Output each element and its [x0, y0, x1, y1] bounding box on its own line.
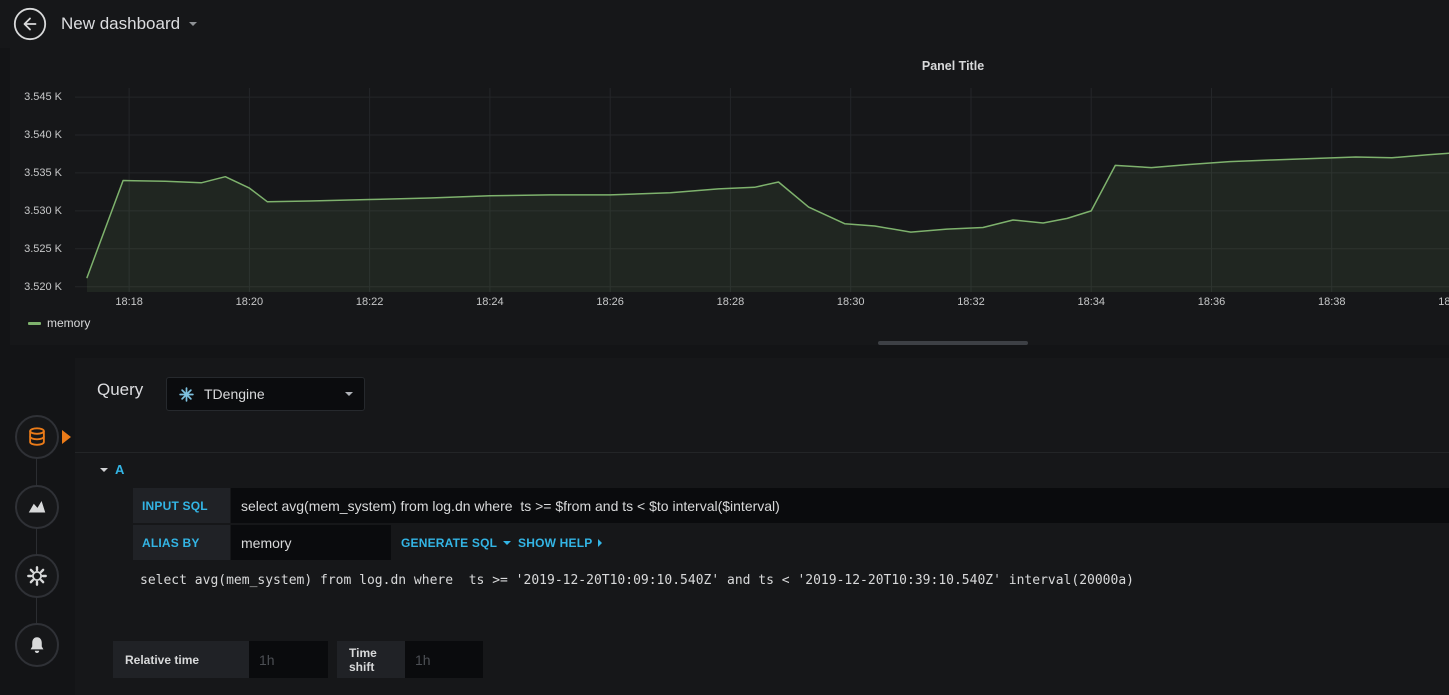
arrow-left-icon: [13, 7, 47, 41]
relative-time-label: Relative time: [113, 641, 249, 678]
dashboard-title-dropdown[interactable]: New dashboard: [61, 14, 198, 34]
alias-by-label: ALIAS BY: [133, 525, 230, 560]
relative-time-field[interactable]: [249, 641, 328, 678]
chevron-down-icon: [503, 540, 512, 545]
collapse-caret-icon: [100, 468, 108, 472]
generate-sql-button[interactable]: GENERATE SQL: [401, 525, 512, 560]
dashboard-title: New dashboard: [61, 14, 181, 33]
database-icon: [29, 427, 45, 446]
back-button[interactable]: [13, 7, 47, 41]
chevron-right-icon: [598, 538, 603, 547]
legend-marker: [28, 321, 41, 325]
chevron-down-icon: [345, 392, 353, 396]
gear-icon: [27, 566, 47, 586]
query-row-divider: [75, 452, 1449, 453]
horizontal-scrollbar[interactable]: [878, 341, 1028, 345]
chevron-down-icon: [189, 22, 198, 26]
query-section-title: Query: [97, 380, 144, 399]
navbar: New dashboard: [0, 0, 1449, 48]
show-help-label: SHOW HELP: [518, 535, 593, 550]
sidebar-tab-alert[interactable]: [15, 623, 59, 667]
panel-title[interactable]: Panel Title: [922, 59, 984, 73]
input-sql-label: INPUT SQL: [133, 488, 230, 523]
generate-sql-label: GENERATE SQL: [401, 535, 498, 550]
timeseries-chart: [75, 88, 1449, 292]
sidebar-tab-visualization[interactable]: [15, 485, 59, 529]
datasource-name: TDengine: [204, 386, 265, 402]
tdengine-logo-icon: [179, 386, 194, 402]
query-ref-header[interactable]: A: [100, 460, 124, 478]
graph-panel: Panel Title 3.545 K 3.540 K 3.535 K 3.530 K…: [10, 48, 1449, 345]
input-sql-field[interactable]: [231, 488, 1449, 523]
datasource-picker[interactable]: TDengine: [166, 377, 365, 411]
active-tab-arrow-icon: [62, 430, 71, 444]
legend: memory: [28, 316, 90, 330]
sidebar-tab-queries[interactable]: [15, 415, 59, 459]
sidebar-tab-general[interactable]: [15, 554, 59, 598]
sidebar-connector-line: [36, 437, 37, 645]
query-ref-id: A: [115, 461, 125, 477]
query-editor: Query TDengine A INPUT SQL ALIAS BY GENE…: [75, 358, 1449, 695]
alias-by-field[interactable]: [231, 525, 391, 560]
bell-icon: [30, 637, 44, 653]
generated-sql-text: select avg(mem_system) from log.dn where…: [140, 573, 1134, 588]
show-help-button[interactable]: SHOW HELP: [518, 525, 603, 560]
graph-icon: [28, 501, 46, 513]
legend-label-memory[interactable]: memory: [47, 316, 90, 330]
time-shift-label: Time shift: [337, 641, 405, 678]
time-shift-field[interactable]: [405, 641, 483, 678]
